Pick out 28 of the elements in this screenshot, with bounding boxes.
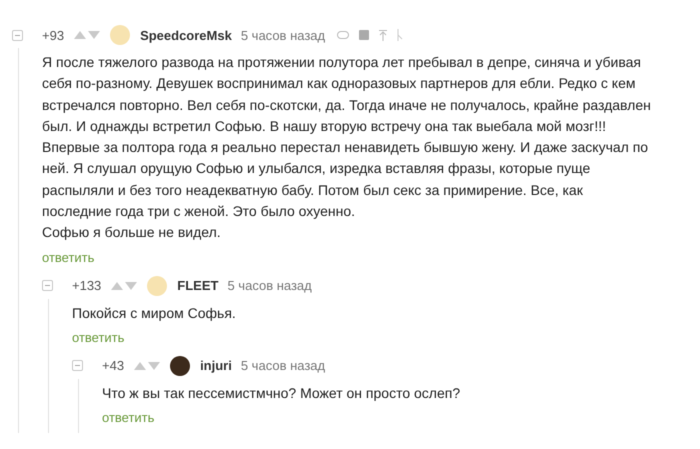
branch-icon[interactable] (397, 29, 404, 41)
comment-text: Покойся с миром Софья. (72, 304, 237, 323)
downvote-icon[interactable] (148, 362, 160, 370)
downvote-icon[interactable] (125, 282, 138, 290)
comment-rating: +133 (72, 278, 102, 294)
comment-rating: +43 (102, 358, 124, 374)
upvote-icon[interactable] (74, 31, 86, 39)
collapse-toggle[interactable] (42, 280, 53, 292)
comment-time: 5 часов назад (240, 28, 326, 42)
downvote-icon[interactable] (88, 31, 100, 39)
comment-author[interactable]: injuri (200, 358, 232, 374)
avatar-photo-placeholder[interactable] (170, 356, 190, 376)
comment-rating: +93 (42, 28, 64, 42)
save-icon[interactable] (359, 30, 370, 40)
collapse-toggle[interactable] (12, 30, 23, 40)
comment-time: 5 часов назад (227, 278, 312, 294)
avatar-icon[interactable] (110, 25, 130, 45)
upvote-icon[interactable] (111, 282, 124, 290)
collapse-toggle[interactable] (72, 360, 83, 372)
arrow-up-icon[interactable] (379, 30, 388, 40)
avatar-icon[interactable] (147, 276, 168, 296)
upvote-icon[interactable] (134, 362, 146, 370)
comment-text: Я после тяжелого развода на протяжении полутора лет пребывал в депре, синяча и убивая себя по-разному. Девушек воспринимал как одноразовых партнеров для ебли. Редко с кем встречался повторно. Вел себя по-скотски, да. Тогда иначе не получалось, крайне раздавлен был. И однажды встретил Софью. В нашу вторую встречу она так выебала мой мозг!!! Впервые за полтора года я реально перестал ненавидеть бывшую жену. И даже заскучал по ней. Я слушал орущую Софью и улыбался, изредка вставляя фразы, которые пуще распыляли и без того неадекватную бабу. Потом был секс за примирение. Все, как последние года три с женой. Это было охуенно. Софью я больше не видел. (42, 53, 652, 242)
link-icon[interactable] (337, 31, 350, 39)
comment-author[interactable]: SpeedcoreMsk (140, 28, 232, 42)
comment-time: 5 часов назад (240, 358, 326, 374)
comment-text: Что ж вы так пессемистмчно? Может он просто ослеп? (102, 384, 462, 403)
comment-author[interactable]: FLEET (177, 278, 218, 294)
